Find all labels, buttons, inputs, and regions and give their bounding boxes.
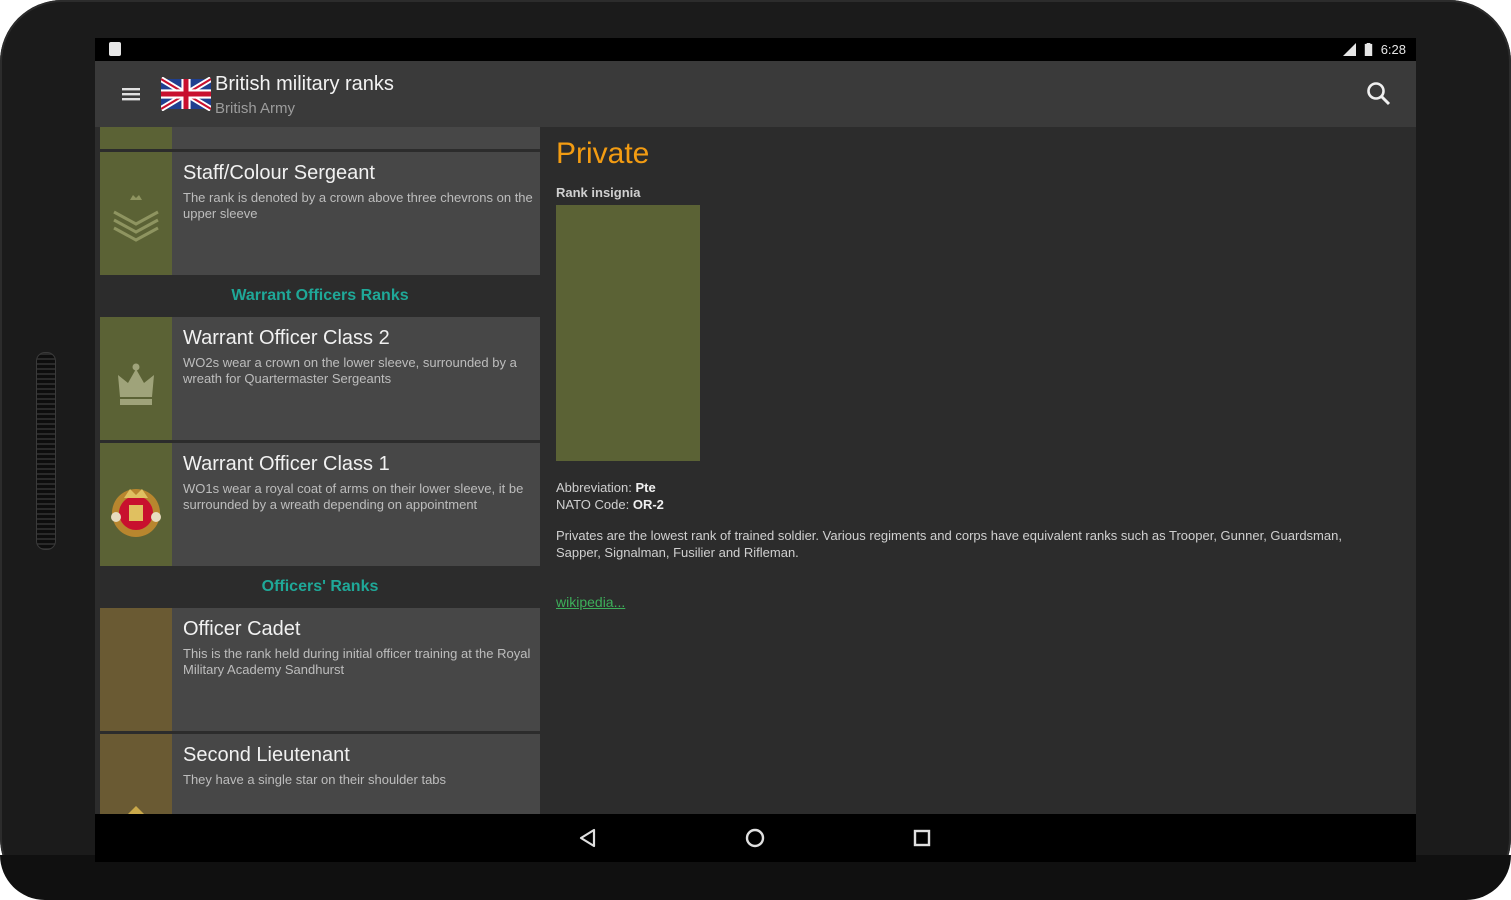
list-item[interactable] (100, 127, 540, 149)
rank-detail-title: Private (556, 137, 650, 170)
rank-title: Officer Cadet (183, 618, 301, 640)
rank-title: Warrant Officer Class 2 (183, 327, 390, 349)
star-icon (128, 806, 144, 814)
search-icon[interactable] (1364, 79, 1394, 109)
navigation-bar (95, 814, 1416, 862)
rank-description: They have a single star on their shoulde… (183, 772, 447, 787)
rank-description: WO2s wear a crown on the lower sleeve, s… (183, 355, 517, 386)
recents-icon[interactable] (910, 826, 934, 850)
battery-icon (1364, 42, 1372, 56)
content-area: Staff/Colour Sergeant The rank is denote… (95, 127, 1416, 814)
side-button (36, 352, 56, 550)
rank-codes: Abbreviation: Pte NATO Code: OR-2 (556, 479, 664, 513)
list-item[interactable]: Staff/Colour Sergeant The rank is denote… (100, 152, 540, 275)
rank-title: Staff/Colour Sergeant (183, 162, 375, 184)
status-icons: 6:28 (1342, 41, 1406, 57)
rank-insignia-thumbnail (100, 152, 172, 275)
signal-icon (1342, 42, 1356, 56)
union-jack-flag-icon (161, 77, 211, 111)
wikipedia-link[interactable]: wikipedia... (556, 594, 625, 610)
app-title: British military ranks (215, 73, 394, 95)
status-time: 6:28 (1380, 41, 1406, 57)
rank-insignia-thumbnail (100, 443, 172, 566)
rank-title: Second Lieutenant (183, 744, 350, 766)
section-header-officers: Officers' Ranks (100, 569, 540, 605)
rank-insignia-thumbnail (100, 734, 172, 814)
rank-insignia-label: Rank insignia (556, 185, 641, 200)
app-subtitle: British Army (215, 100, 296, 117)
status-bar: 6:28 (95, 38, 1416, 61)
home-icon[interactable] (743, 826, 767, 850)
list-item[interactable]: Warrant Officer Class 2 WO2s wear a crow… (100, 317, 540, 440)
nato-code-value: OR-2 (632, 497, 664, 512)
crown-chevrons-icon (113, 195, 159, 242)
list-item[interactable]: Warrant Officer Class 1 WO1s wear a roya… (100, 443, 540, 566)
list-item[interactable]: Second Lieutenant They have a single sta… (100, 734, 540, 814)
rank-detail-description: Privates are the lowest rank of trained … (556, 528, 1342, 560)
section-header-warrant-officers: Warrant Officers Ranks (100, 278, 540, 314)
notification-icon (109, 42, 121, 56)
hamburger-menu-icon[interactable] (117, 83, 145, 105)
abbreviation-label: Abbreviation: (556, 480, 632, 495)
rank-title: Warrant Officer Class 1 (183, 453, 390, 475)
screen: 6:28 British military ranks British Army (95, 38, 1416, 862)
abbreviation-value: Pte (635, 480, 656, 495)
rank-description: This is the rank held during initial off… (183, 646, 531, 677)
rank-insignia-image (556, 205, 700, 461)
rank-insignia-thumbnail (100, 127, 172, 149)
app-bar: British military ranks British Army (95, 61, 1416, 127)
crown-icon (118, 363, 154, 405)
rank-list[interactable]: Staff/Colour Sergeant The rank is denote… (100, 127, 540, 814)
rank-description: WO1s wear a royal coat of arms on their … (183, 481, 524, 512)
rank-description: The rank is denoted by a crown above thr… (183, 190, 533, 221)
royal-coat-of-arms-icon (111, 489, 161, 537)
back-icon[interactable] (576, 826, 600, 850)
nato-code-label: NATO Code: (556, 497, 630, 512)
rank-insignia-thumbnail (100, 608, 172, 731)
rank-insignia-thumbnail (100, 317, 172, 440)
rank-detail-panel: Private Rank insignia Abbreviation: Pte … (556, 127, 1416, 814)
list-item[interactable]: Officer Cadet This is the rank held duri… (100, 608, 540, 731)
